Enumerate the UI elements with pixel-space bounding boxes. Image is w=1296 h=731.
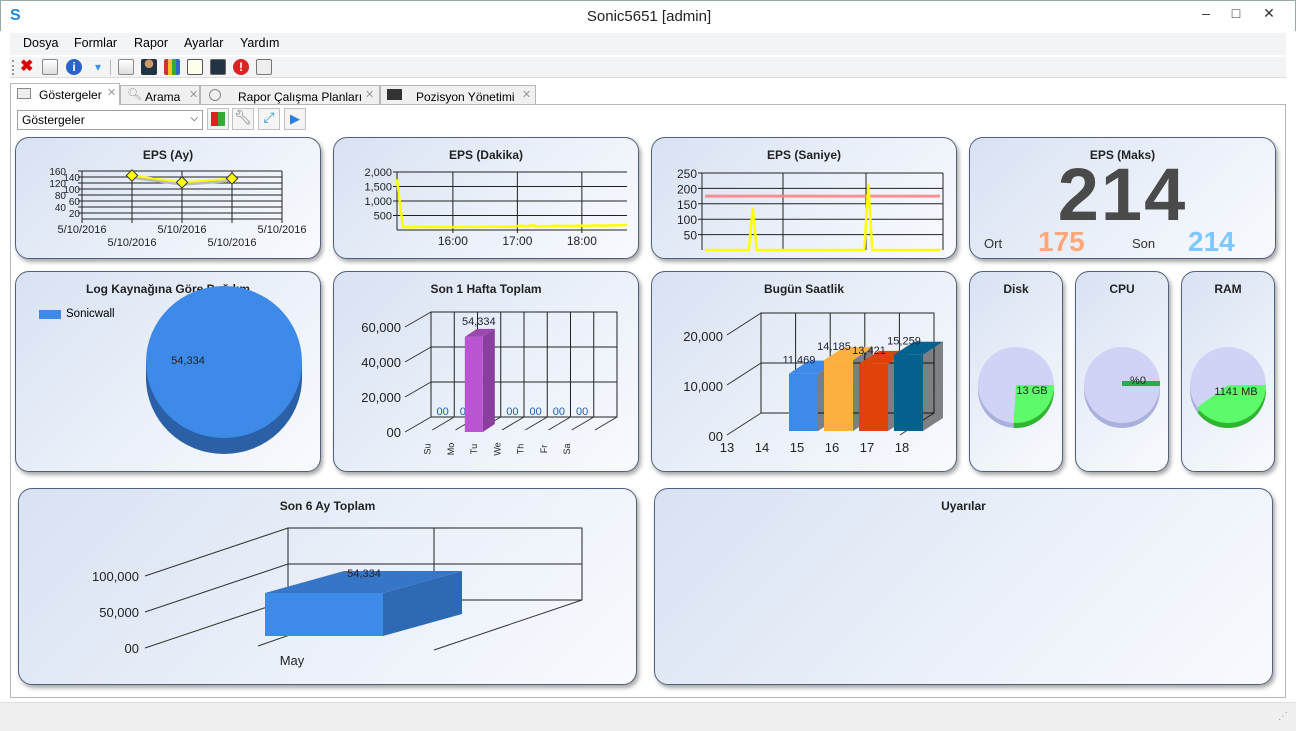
panel-title: Bugün Saatlik: [763, 282, 844, 296]
dashboard-icon: [17, 88, 31, 99]
play-icon: ▶: [290, 111, 300, 126]
panel-title: Uyarılar: [941, 499, 986, 513]
toolbar: ✖ i ▾ !: [10, 57, 1286, 78]
menu-rapor[interactable]: Rapor: [134, 36, 168, 50]
menu-bar: Dosya Formlar Rapor Ayarlar Yardım: [10, 33, 1286, 55]
panel-title: Son 6 Ay Toplam: [279, 499, 376, 513]
title-bar: S Sonic5651 [admin] – □ ✕: [0, 0, 1296, 31]
expand-icon: ⤢: [263, 109, 275, 125]
close-button[interactable]: ✕: [1254, 3, 1284, 23]
legend-label: Sonicwall: [66, 308, 115, 320]
panel-log-kaynak: Log Kaynağına Göre Dağılım Sonicwall: [15, 271, 321, 472]
panel-title: RAM: [1214, 282, 1242, 296]
search-icon: 🔍︎: [127, 87, 143, 101]
eps-max-value: 214: [1057, 153, 1188, 236]
play-button[interactable]: ▶: [284, 108, 306, 130]
layout-button[interactable]: [207, 108, 229, 130]
panel-title: CPU: [1109, 282, 1135, 296]
panel-uyarilar: Uyarılar: [654, 488, 1273, 685]
tab-label: Pozisyon Yönetimi: [416, 90, 515, 104]
legend-swatch: [39, 310, 61, 319]
close-icon[interactable]: ✖: [20, 59, 36, 75]
panel-hafta: Son 1 Hafta Toplam: [333, 271, 639, 472]
panel-eps-saniye: EPS (Saniye): [651, 137, 957, 259]
panel-title: EPS (Dakika): [448, 148, 524, 162]
tab-label: Göstergeler: [39, 88, 102, 102]
menu-dosya[interactable]: Dosya: [23, 36, 58, 50]
position-icon: [387, 89, 402, 100]
panel-eps-ay: EPS (Ay): [15, 137, 321, 259]
tab-label: Arama: [145, 90, 181, 104]
avg-label: Ort: [984, 236, 1003, 251]
report-icon[interactable]: [256, 59, 272, 75]
info-icon[interactable]: i: [66, 59, 82, 75]
tab-arama[interactable]: 🔍︎ Arama ✕: [120, 85, 200, 104]
dropdown-icon[interactable]: ▾: [90, 59, 106, 75]
menu-ayarlar[interactable]: Ayarlar: [184, 36, 223, 50]
tab-gostergeler[interactable]: Göstergeler ✕: [10, 83, 120, 105]
tab-close-icon[interactable]: ✕: [522, 88, 531, 101]
tab-rapor-calisma-planlari[interactable]: Rapor Çalışma Planları ✕: [200, 85, 380, 104]
panel-title: EPS (Saniye): [766, 148, 842, 162]
panel-cpu: CPU: [1075, 271, 1169, 472]
panel-alti-ay: Son 6 Ay Toplam: [18, 488, 637, 685]
panel-title: EPS (Ay): [142, 148, 194, 162]
dashboard-icon[interactable]: [118, 59, 134, 75]
panel-saatlik: Bugün Saatlik: [651, 271, 957, 472]
tab-pozisyon-yonetimi[interactable]: Pozisyon Yönetimi ✕: [380, 85, 536, 104]
bar-chart-icon[interactable]: [164, 59, 180, 75]
blocks-icon: [211, 112, 225, 126]
panel-eps-dakika: EPS (Dakika): [333, 137, 639, 259]
panel-title: Disk: [1003, 282, 1029, 296]
presentation-icon[interactable]: [187, 59, 203, 75]
tab-close-icon[interactable]: ✕: [189, 88, 198, 101]
panel-disk: Disk: [969, 271, 1063, 472]
panel-eps-maks: EPS (Maks) 214 Ort 175 Son 214: [969, 137, 1276, 259]
dashboard-select-value: Göstergeler: [22, 113, 85, 127]
maximize-button[interactable]: □: [1221, 3, 1251, 23]
last-value: 214: [1188, 226, 1235, 257]
monitor-icon[interactable]: [210, 59, 226, 75]
wrench-icon: 🔧︎: [234, 109, 252, 125]
minimize-button[interactable]: –: [1191, 3, 1221, 23]
panel-title: Son 1 Hafta Toplam: [430, 282, 542, 296]
clock-icon: [209, 89, 221, 101]
fullscreen-button[interactable]: ⤢: [258, 108, 280, 130]
tab-label: Rapor Çalışma Planları: [238, 90, 363, 104]
tab-close-icon[interactable]: ✕: [365, 88, 374, 101]
toolbar-grip[interactable]: [12, 60, 14, 75]
resize-grip-icon[interactable]: ⋰: [1278, 711, 1288, 722]
tab-bar: Göstergeler ✕ 🔍︎ Arama ✕ Rapor Çalışma P…: [10, 83, 1286, 105]
alert-icon[interactable]: !: [233, 59, 249, 75]
status-bar: ⋰: [0, 702, 1296, 731]
window-title: Sonic5651 [admin]: [586, 8, 712, 25]
tab-close-icon[interactable]: ✕: [107, 86, 116, 99]
panel-ram: RAM: [1181, 271, 1275, 472]
menu-yardim[interactable]: Yardım: [240, 36, 279, 50]
toolbar-separator: [110, 60, 111, 75]
menu-formlar[interactable]: Formlar: [74, 36, 117, 50]
chevron-down-icon: ⌵: [190, 113, 198, 124]
dashboard-select[interactable]: Göstergeler ⌵: [17, 110, 203, 130]
last-label: Son: [1132, 236, 1156, 251]
user-icon[interactable]: [141, 59, 157, 75]
dashboard-icon[interactable]: [42, 59, 58, 75]
settings-button[interactable]: 🔧︎: [232, 108, 254, 130]
avg-value: 175: [1038, 226, 1085, 257]
panel-title: Log Kaynağına Göre Dağılım: [85, 282, 251, 296]
